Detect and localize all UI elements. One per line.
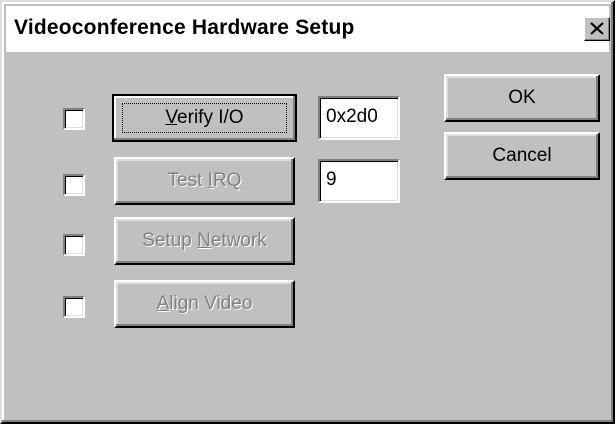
test-irq-label: Test IRQ: [167, 170, 242, 191]
verify-io-checkbox[interactable]: [63, 108, 85, 130]
cancel-button[interactable]: Cancel: [444, 132, 600, 180]
ok-label: OK: [508, 87, 536, 108]
window-title: Videoconference Hardware Setup: [14, 16, 355, 39]
close-button[interactable]: [584, 17, 610, 41]
test-irq-button[interactable]: Test IRQ: [114, 157, 295, 205]
ok-button[interactable]: OK: [444, 74, 600, 122]
align-video-checkbox[interactable]: [63, 296, 85, 318]
align-video-button[interactable]: Align Video: [114, 280, 295, 328]
verify-io-button[interactable]: Verify I/O: [112, 94, 297, 142]
align-video-label: Align Video: [156, 293, 253, 314]
io-address-field[interactable]: 0x2d0: [318, 96, 400, 140]
test-irq-checkbox[interactable]: [63, 174, 85, 196]
setup-network-button[interactable]: Setup Network: [114, 217, 295, 265]
verify-io-label: Verify I/O: [165, 107, 244, 128]
setup-network-checkbox[interactable]: [63, 234, 85, 256]
cancel-label: Cancel: [492, 145, 552, 166]
irq-field[interactable]: 9: [318, 159, 400, 203]
setup-network-label: Setup Network: [142, 230, 267, 251]
title-bar[interactable]: Videoconference Hardware Setup: [6, 6, 610, 52]
close-icon: [590, 22, 604, 35]
hardware-setup-dialog: Videoconference Hardware Setup Verify I/…: [0, 0, 615, 424]
